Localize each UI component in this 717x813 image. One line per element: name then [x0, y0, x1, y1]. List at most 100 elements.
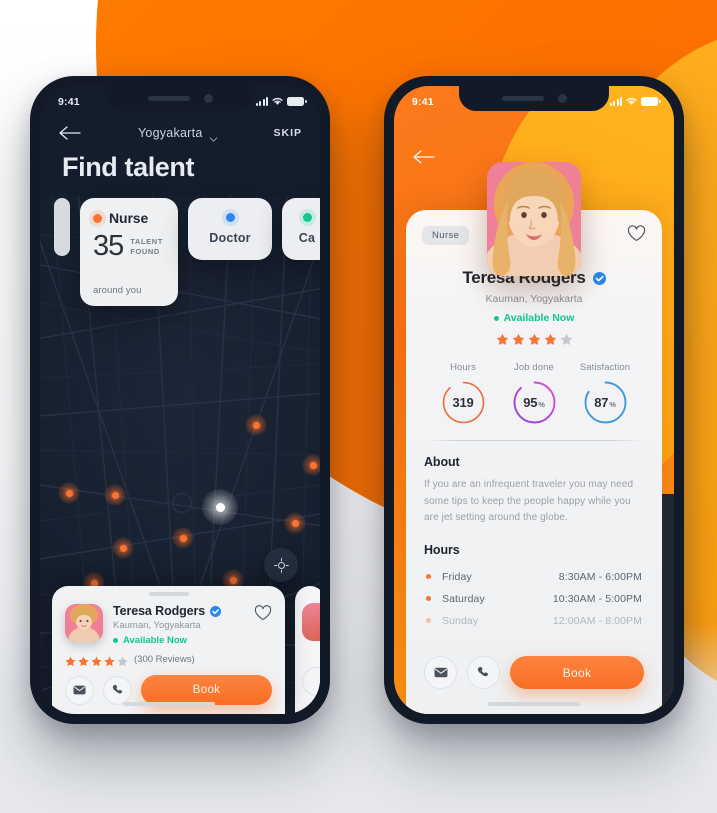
stat-hours: Hours 319	[430, 362, 496, 425]
talent-name: Teresa Rodgers	[113, 604, 206, 618]
category-label: Ca	[298, 231, 316, 245]
stat-value: 319	[452, 395, 474, 410]
status-indicators	[609, 97, 661, 106]
chip-footer: around you	[93, 285, 142, 296]
bullet-dot-icon	[426, 618, 431, 623]
map-pin[interactable]	[104, 484, 126, 506]
status-dot-icon	[113, 638, 118, 643]
stats-row: Hours 319 Job done 95 % Satisfaction 87 …	[424, 362, 644, 425]
status-indicators	[255, 97, 307, 106]
page-title: Find talent	[62, 152, 195, 182]
category-chip-previous[interactable]	[54, 198, 70, 256]
star-rating	[424, 333, 644, 346]
home-indicator	[488, 702, 580, 706]
talent-card[interactable]: Teresa Rodgers Kauman, Yogyakarta Availa…	[52, 586, 285, 714]
review-count: (300 Reviews)	[134, 654, 195, 665]
stat-caption: Hours	[450, 362, 476, 373]
map-pin[interactable]	[245, 414, 267, 436]
section-divider	[426, 440, 642, 441]
talent-card-info: Teresa Rodgers Kauman, Yogyakarta Availa…	[113, 604, 222, 646]
envelope-icon[interactable]	[65, 675, 94, 705]
talent-card-carousel[interactable]: Teresa Rodgers Kauman, Yogyakarta Availa…	[40, 586, 320, 714]
map-pin[interactable]	[58, 482, 80, 504]
heart-outline-icon[interactable]	[254, 604, 272, 622]
skip-button[interactable]: SKIP	[273, 127, 302, 139]
wifi-icon	[272, 97, 283, 106]
hours-row: Saturday 10:30AM - 5:00PM	[424, 588, 644, 610]
status-time: 9:41	[412, 95, 434, 108]
battery-icon	[287, 97, 307, 106]
avatar	[302, 603, 320, 641]
category-dot-icon	[302, 213, 312, 222]
front-camera	[557, 94, 567, 103]
current-location-dot	[202, 489, 238, 525]
availability-label: Available Now	[503, 312, 575, 324]
star-icon-empty	[117, 654, 128, 667]
category-chip-list[interactable]: Nurse 35 TALENT FOUND around you Doctor	[40, 198, 320, 306]
star-icon-filled	[91, 654, 102, 667]
hours-time: 8:30AM - 6:00PM	[558, 570, 642, 583]
find-talent-body: 9:41 Yogyakarta SKIP Find talent Nurse 3…	[40, 86, 320, 714]
device-notch-right	[459, 86, 609, 111]
hours-day: Friday	[442, 570, 472, 583]
category-chip-nurse[interactable]: Nurse 35 TALENT FOUND around you	[80, 198, 178, 306]
hours-row: Friday 8:30AM - 6:00PM	[424, 566, 644, 588]
wifi-icon	[626, 97, 637, 106]
talent-card-header: Teresa Rodgers Kauman, Yogyakarta Availa…	[65, 604, 272, 646]
circle-button-peek[interactable]	[302, 667, 320, 696]
star-icon-filled	[512, 333, 525, 346]
city-selector[interactable]: Yogyakarta	[82, 126, 273, 142]
map-pin[interactable]	[112, 537, 134, 559]
map-pin[interactable]	[172, 527, 194, 549]
talent-count-caption: TALENT FOUND	[130, 237, 163, 256]
arrow-left-icon[interactable]	[412, 148, 436, 166]
crosshair-icon[interactable]	[264, 548, 298, 582]
hours-day: Sunday	[442, 614, 479, 627]
profile-action-bar: Book	[406, 642, 662, 714]
top-nav-bar: Yogyakarta SKIP	[40, 118, 320, 148]
battery-icon	[641, 97, 661, 106]
talent-card-next-peek[interactable]	[295, 586, 320, 714]
earpiece-speaker	[501, 96, 544, 101]
book-button[interactable]: Book	[141, 675, 272, 705]
status-time: 9:41	[58, 95, 80, 108]
arrow-left-icon[interactable]	[58, 124, 82, 142]
hours-time: 12:00AM - 8:00PM	[552, 614, 642, 627]
home-indicator	[122, 702, 215, 706]
talent-name-row: Teresa Rodgers	[113, 604, 222, 618]
avatar	[65, 604, 103, 642]
hours-time: 10:30AM - 5:00PM	[552, 592, 642, 605]
device-notch-left	[105, 86, 255, 111]
star-icon-filled	[104, 654, 115, 667]
chip-header: Nurse	[93, 210, 166, 226]
envelope-icon[interactable]	[424, 656, 457, 689]
progress-ring: 87%	[583, 380, 628, 425]
hours-row: Sunday 12:00AM - 8:00PM	[424, 610, 644, 632]
verified-check-icon	[210, 605, 222, 617]
star-icon-filled	[544, 333, 557, 346]
phone-icon[interactable]	[103, 675, 132, 705]
star-icon-filled	[78, 654, 89, 667]
category-chip-doctor[interactable]: Doctor	[188, 198, 272, 260]
avatar	[487, 162, 581, 276]
category-chip-caregiver[interactable]: Ca	[282, 198, 320, 260]
star-rating	[65, 654, 128, 667]
stat-caption: Satisfaction	[579, 362, 631, 373]
drag-handle[interactable]	[148, 592, 189, 596]
stat-value: 95%	[523, 395, 545, 410]
map-pin[interactable]	[284, 512, 306, 534]
hours-day: Saturday	[442, 592, 485, 605]
category-dot-icon	[225, 213, 235, 222]
map-pin[interactable]	[302, 454, 320, 476]
cellular-bars-icon	[255, 97, 268, 106]
heart-outline-icon[interactable]	[627, 224, 646, 243]
star-icon-filled	[65, 654, 76, 667]
screen-talent-profile: 9:41 Nurse Teresa Rodgers Kauman, Yogyak…	[394, 86, 674, 714]
stat-caption: Job done	[514, 362, 554, 373]
about-title: About	[424, 455, 460, 469]
phone-icon[interactable]	[467, 656, 500, 689]
screen-find-talent: 9:41 Yogyakarta SKIP Find talent Nurse 3…	[40, 86, 320, 714]
stat-value: 87%	[594, 395, 616, 410]
book-button[interactable]: Book	[510, 656, 644, 689]
city-label: Yogyakarta	[137, 126, 203, 140]
